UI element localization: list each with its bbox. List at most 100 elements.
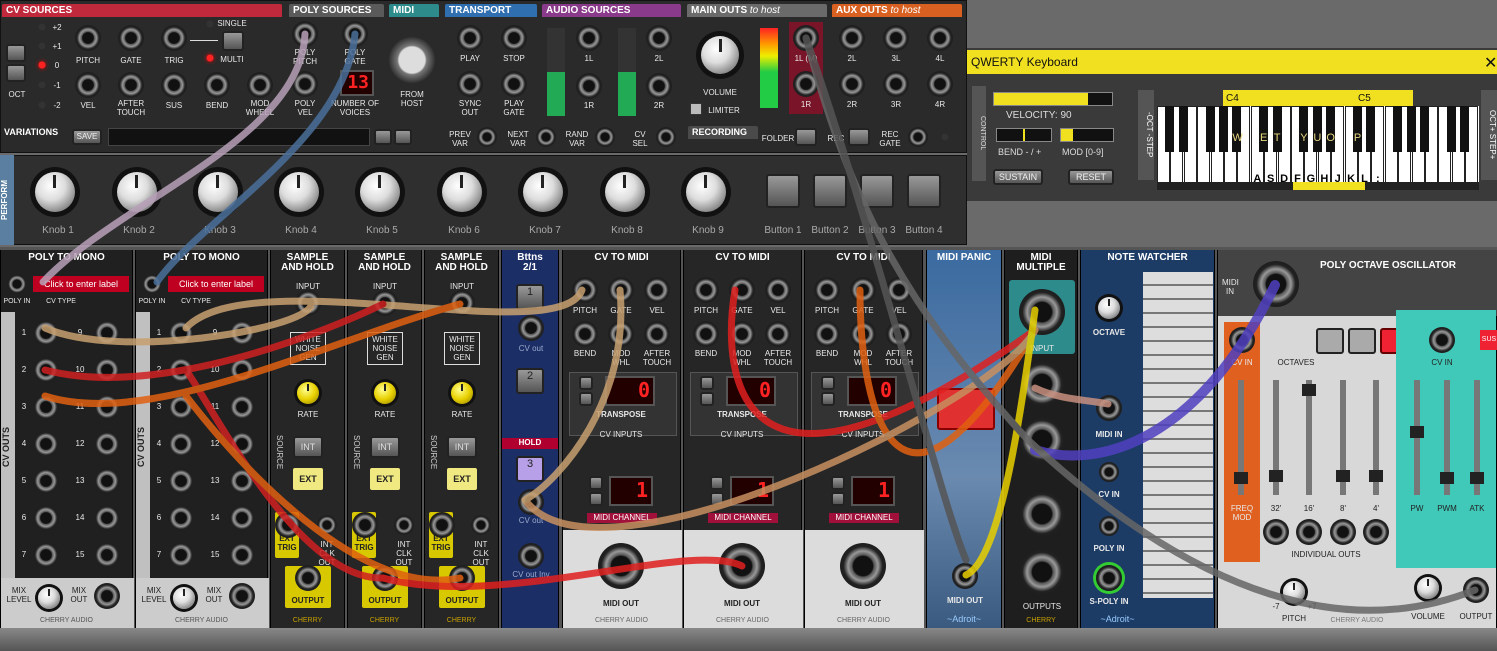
vel-jack[interactable] — [75, 72, 101, 98]
keyboard-scroll-bar[interactable] — [1157, 182, 1479, 190]
sus-button[interactable]: SUS — [1480, 330, 1497, 350]
stop-jack[interactable] — [501, 25, 527, 51]
channel-down-button[interactable] — [710, 492, 724, 506]
midi-from-host-jack[interactable] — [389, 37, 435, 83]
perform-knob-7[interactable] — [523, 172, 563, 212]
cv-out-jack[interactable] — [94, 394, 120, 420]
channel-up-button[interactable] — [589, 476, 603, 490]
cv-gate-jack[interactable] — [729, 277, 755, 303]
ext-trig-jack[interactable] — [275, 512, 301, 538]
velocity-bar[interactable] — [993, 92, 1113, 106]
audio-1l-jack[interactable] — [576, 25, 602, 51]
transpose-up-button[interactable] — [579, 376, 593, 390]
cv-mod-whl-jack[interactable] — [850, 321, 876, 347]
piano-black-key[interactable]: U — [1312, 106, 1322, 152]
note-watcher-poly-in-jack[interactable] — [1099, 516, 1119, 536]
perform-button-3[interactable] — [860, 174, 894, 208]
pitch-knob[interactable] — [1283, 581, 1305, 603]
cv-vel-jack[interactable] — [765, 277, 791, 303]
octave-up-button[interactable] — [6, 44, 26, 62]
mix-out-jack[interactable] — [229, 583, 255, 609]
rate-knob[interactable] — [451, 382, 473, 404]
perform-knob-8[interactable] — [605, 172, 645, 212]
poly-octave-cv-in2-jack[interactable] — [1429, 327, 1455, 353]
midi-out-jack[interactable] — [719, 543, 765, 589]
out-32-jack[interactable] — [1263, 519, 1289, 545]
midi-multiple-input-jack[interactable] — [1019, 289, 1065, 335]
ext-button[interactable]: EXT — [293, 468, 323, 490]
int-button[interactable]: INT — [370, 436, 400, 458]
aftertouch-jack[interactable] — [118, 72, 144, 98]
prev-var-jack[interactable] — [477, 127, 497, 147]
int-clk-jack[interactable] — [471, 515, 491, 535]
cv-sel-jack[interactable] — [656, 127, 676, 147]
gate-jack[interactable] — [118, 25, 144, 51]
transpose-down-button[interactable] — [579, 392, 593, 406]
cv-out-jack[interactable] — [94, 505, 120, 531]
out-16-jack[interactable] — [1296, 519, 1322, 545]
sh-output-jack[interactable] — [295, 565, 321, 591]
slider-4[interactable] — [1369, 380, 1383, 495]
channel-down-button[interactable] — [831, 492, 845, 506]
cv-bend-jack[interactable] — [693, 321, 719, 347]
poly-octave-cv-in-jack[interactable] — [1229, 327, 1255, 353]
perform-button-2[interactable] — [813, 174, 847, 208]
mix-out-jack[interactable] — [94, 583, 120, 609]
variation-name-field[interactable] — [108, 128, 370, 146]
piano-black-key[interactable] — [1406, 106, 1416, 152]
int-clk-jack[interactable] — [317, 515, 337, 535]
poly-vel-jack[interactable] — [292, 71, 318, 97]
oct-plus-button[interactable]: OCT+ STEP+ — [1481, 90, 1497, 180]
perform-knob-4[interactable] — [279, 172, 319, 212]
piano-black-key[interactable] — [1165, 106, 1175, 152]
cv-vel-jack[interactable] — [886, 277, 912, 303]
perform-knob-6[interactable] — [442, 172, 482, 212]
poly-in-jack[interactable] — [7, 274, 27, 294]
volume-knob-osc[interactable] — [1417, 577, 1439, 599]
piano-black-key[interactable] — [1446, 106, 1456, 152]
transpose-down-button[interactable] — [700, 392, 714, 406]
poly-octave-midi-in-jack[interactable] — [1253, 261, 1299, 307]
cv-out-jack[interactable] — [33, 468, 59, 494]
piano-black-key[interactable] — [1178, 106, 1188, 152]
variation-next-arrow[interactable] — [394, 129, 412, 145]
aux-3r-jack[interactable] — [883, 71, 909, 97]
cv-gate-jack[interactable] — [608, 277, 634, 303]
transpose-up-button[interactable] — [821, 376, 835, 390]
poly-gate-jack[interactable] — [342, 21, 368, 47]
cv-out-jack[interactable] — [94, 542, 120, 568]
reset-button[interactable]: RESET — [1068, 169, 1114, 185]
cv-out-jack[interactable] — [94, 320, 120, 346]
oct-minus-button[interactable]: -OCT -STEP — [1138, 90, 1154, 180]
piano-black-key[interactable]: W — [1232, 106, 1243, 152]
cv-out-jack[interactable] — [168, 320, 194, 346]
variation-prev-arrow[interactable] — [374, 129, 392, 145]
piano-black-key[interactable] — [1420, 106, 1429, 152]
cv-gate-jack[interactable] — [850, 277, 876, 303]
cv-after-touch-jack[interactable] — [644, 321, 670, 347]
piano-black-key[interactable]: E — [1259, 106, 1269, 152]
rec-button[interactable] — [848, 128, 870, 146]
piano-black-key[interactable]: T — [1272, 106, 1282, 152]
int-clk-jack[interactable] — [394, 515, 414, 535]
volume-knob[interactable] — [701, 36, 739, 74]
panic-button[interactable] — [937, 388, 995, 430]
close-icon[interactable]: ✕ — [1484, 53, 1497, 73]
audio-2r-jack[interactable] — [646, 73, 672, 99]
cv-bend-jack[interactable] — [814, 321, 840, 347]
slider-32[interactable] — [1269, 380, 1283, 495]
octave-knob[interactable] — [1098, 297, 1120, 319]
trig-mode-button[interactable] — [222, 31, 244, 51]
note-watcher-midi-in-jack[interactable] — [1096, 395, 1122, 421]
midi-panic-out-jack[interactable] — [952, 563, 978, 589]
aux-4r-jack[interactable] — [927, 71, 953, 97]
bttns-button-3[interactable]: 3 — [516, 456, 544, 482]
channel-up-button[interactable] — [710, 476, 724, 490]
piano-black-key[interactable]: O — [1326, 106, 1336, 152]
cv-out-jack[interactable] — [229, 320, 255, 346]
bend-jack[interactable] — [204, 72, 230, 98]
mix-level-knob[interactable] — [38, 587, 60, 609]
cv-out-jack[interactable] — [168, 542, 194, 568]
piano-black-key[interactable] — [1205, 106, 1215, 152]
cv-out-jack[interactable] — [33, 505, 59, 531]
